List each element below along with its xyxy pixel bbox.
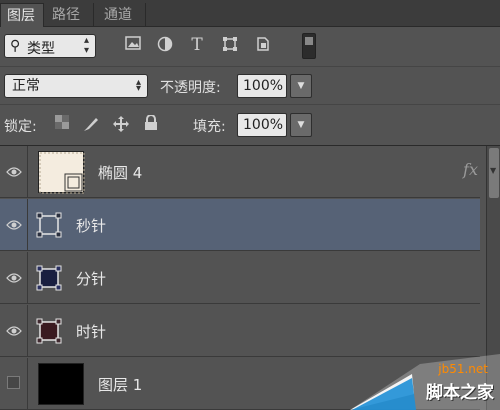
- filter-kind-label: 类型: [27, 41, 55, 57]
- filter-toggle-switch[interactable]: [302, 33, 316, 59]
- tab-paths[interactable]: 路径: [46, 3, 94, 27]
- visibility-toggle[interactable]: [0, 305, 28, 357]
- layer-name: 图层 1: [98, 376, 143, 394]
- panel-tab-bar: 图层 路径 通道: [0, 0, 500, 27]
- blend-mode-value: 正常: [12, 78, 40, 94]
- blend-mode-row: 正常 ▴ ▾ 不透明度: 100% ▼: [0, 66, 500, 102]
- lock-label: 锁定:: [4, 119, 37, 135]
- shape-filter-icon[interactable]: [221, 36, 239, 54]
- lock-all-icon[interactable]: [142, 114, 160, 133]
- lock-transparent-pixels-icon[interactable]: [53, 115, 71, 133]
- watermark-site: jb51.net: [438, 362, 488, 376]
- up-down-arrows-icon: ▴ ▾: [83, 35, 89, 56]
- eye-icon: [6, 220, 22, 230]
- scroll-arrow-icon[interactable]: ▼: [490, 166, 496, 175]
- layer-name: 分针: [76, 270, 107, 288]
- search-icon: ⚲: [10, 38, 21, 54]
- watermark: jb51.net 脚本之家: [350, 354, 500, 410]
- lock-row: 锁定: 填充: 100% ▼: [0, 104, 500, 144]
- shape-layer-badge-icon: [39, 152, 85, 194]
- layer-name: 时针: [76, 323, 107, 341]
- visibility-toggle[interactable]: [0, 146, 28, 198]
- opacity-dropdown-button[interactable]: ▼: [290, 74, 312, 98]
- vector-shape-thumbnail-icon: [36, 212, 62, 238]
- fill-label: 填充:: [193, 119, 226, 135]
- layer-row[interactable]: 秒针: [0, 199, 480, 251]
- layer-filter-row: ⚲ 类型 ▴ ▾ T: [0, 28, 500, 64]
- fill-input[interactable]: 100%: [237, 113, 287, 137]
- visibility-toggle[interactable]: [0, 199, 28, 251]
- blend-mode-select[interactable]: 正常 ▴ ▾: [4, 74, 148, 98]
- layer-row[interactable]: 时针: [0, 305, 480, 357]
- tab-channels[interactable]: 通道: [98, 3, 146, 27]
- vector-shape-thumbnail-icon: [36, 265, 62, 291]
- hidden-visibility-checkbox[interactable]: [7, 376, 20, 389]
- type-filter-icon[interactable]: T: [188, 36, 206, 54]
- smart-object-filter-icon[interactable]: [254, 36, 272, 54]
- layer-name: 秒针: [76, 217, 107, 235]
- filter-kind-select[interactable]: ⚲ 类型 ▴ ▾: [4, 34, 96, 58]
- opacity-input[interactable]: 100%: [237, 74, 287, 98]
- image-filter-icon[interactable]: [124, 36, 142, 54]
- eye-icon: [6, 167, 22, 177]
- adjustment-filter-icon[interactable]: [156, 36, 174, 54]
- vector-shape-thumbnail-icon: [36, 318, 62, 344]
- opacity-label: 不透明度:: [160, 80, 221, 96]
- layer-name: 椭圆 4: [98, 164, 143, 182]
- up-down-arrows-icon: ▴ ▾: [135, 77, 141, 94]
- layer-effects-icon[interactable]: fx: [463, 160, 478, 179]
- lock-image-pixels-icon[interactable]: [82, 115, 100, 133]
- tab-layers[interactable]: 图层: [0, 3, 44, 27]
- eye-icon: [6, 326, 22, 336]
- layer-row[interactable]: 椭圆 4 fx: [0, 146, 480, 198]
- visibility-toggle[interactable]: [0, 252, 28, 304]
- visibility-toggle[interactable]: [0, 358, 28, 410]
- layer-thumbnail: [38, 151, 85, 194]
- lock-position-icon[interactable]: [112, 115, 130, 133]
- watermark-brand: 脚本之家: [426, 383, 494, 403]
- layer-thumbnail: [38, 363, 84, 405]
- layer-row[interactable]: 分针: [0, 252, 480, 304]
- fill-dropdown-button[interactable]: ▼: [290, 113, 312, 137]
- eye-icon: [6, 273, 22, 283]
